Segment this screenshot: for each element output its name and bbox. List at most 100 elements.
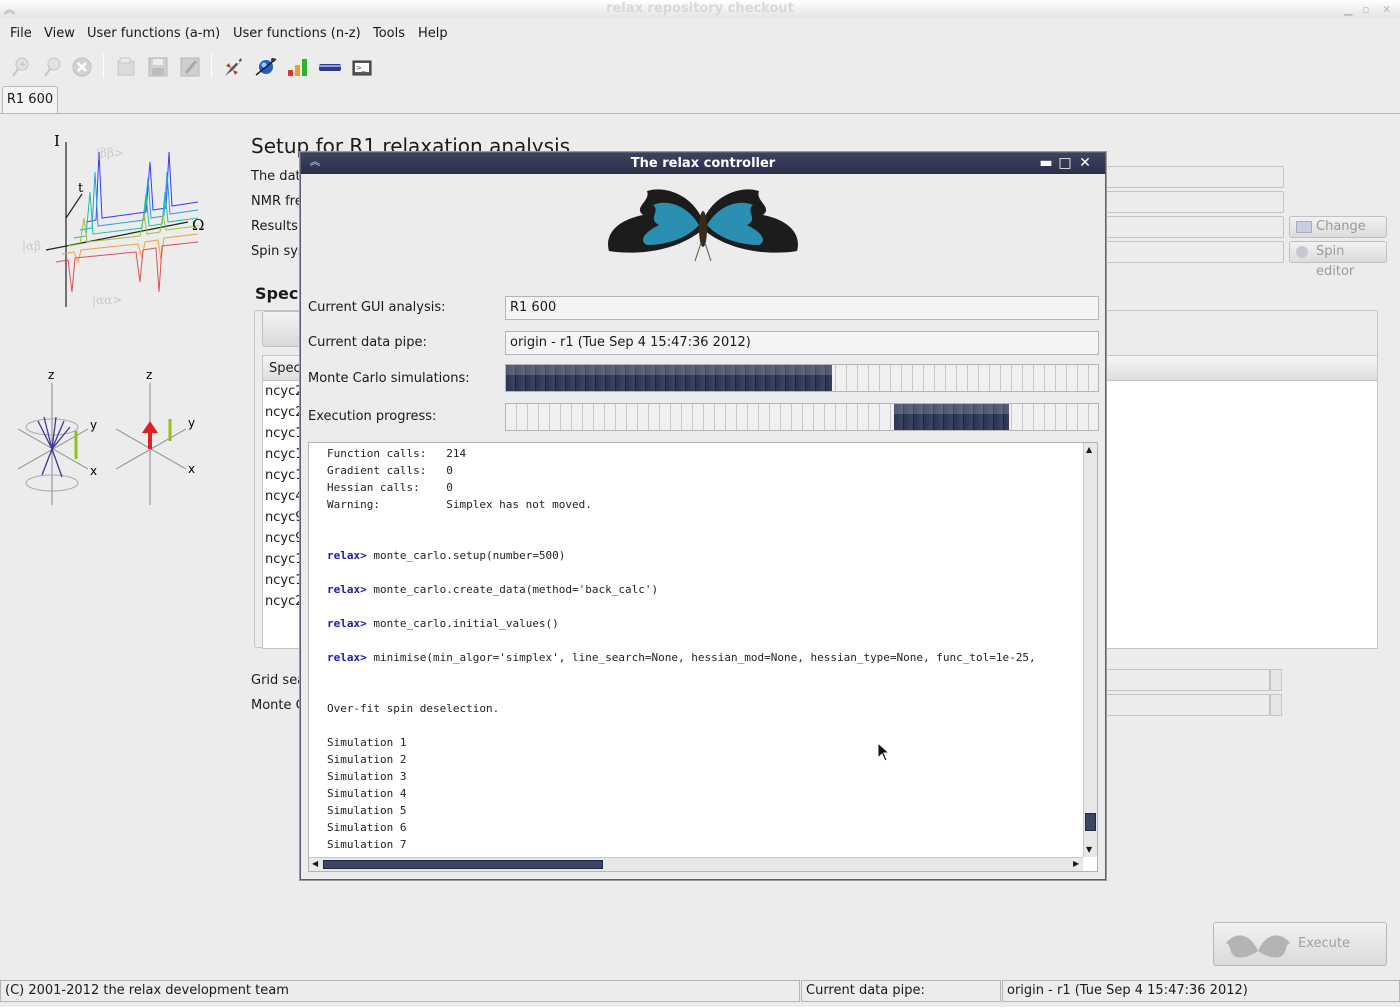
menu-help[interactable]: Help (418, 26, 448, 41)
log-line: relax> minimise(min_algor='simplex', lin… (327, 649, 1079, 666)
menu-user-functions-a-m[interactable]: User functions (a-m) (87, 26, 220, 41)
log-line-text: Gradient calls: 0 (327, 464, 453, 477)
menu-tools[interactable]: Tools (373, 26, 405, 41)
close-all-icon[interactable] (70, 55, 94, 79)
save-as-icon[interactable] (178, 55, 202, 79)
close-analysis-icon[interactable] (42, 55, 66, 79)
scroll-down-icon[interactable]: ▼ (1086, 845, 1092, 854)
log-horizontal-scrollbar[interactable]: ◀ ▶ (309, 857, 1083, 871)
add-spectrum-button[interactable] (262, 311, 302, 347)
spectra-row[interactable]: ncyc2 (265, 384, 304, 399)
spectra-row[interactable]: ncyc2 (265, 405, 304, 420)
spectra-row[interactable]: ncyc1 (265, 468, 304, 483)
maximize-icon[interactable]: ▫ (1362, 1, 1369, 19)
horizontal-scroll-thumb[interactable] (323, 860, 603, 869)
state-bb-label: |ββ> (96, 146, 124, 160)
maximize-icon[interactable]: □ (1057, 155, 1073, 171)
window-menu-icon[interactable]: ︽ (307, 155, 323, 171)
scroll-up-icon[interactable]: ▲ (1086, 445, 1092, 454)
minimize-icon[interactable]: ▬ (1038, 155, 1054, 171)
relax-prompt: relax> (327, 583, 367, 596)
log-text[interactable]: Function calls: 214 Gradient calls: 0 Hess… (327, 445, 1079, 855)
spectra-row[interactable]: ncyc1 (265, 426, 304, 441)
status-pipe-label: Current data pipe: (801, 980, 1001, 1002)
prompt-icon[interactable]: >_ (350, 55, 374, 79)
spin-vector-graphic: z y x z y x (17, 368, 195, 505)
results-dir-field[interactable] (1104, 216, 1284, 238)
status-bar: (C) 2001-2012 the relax development team… (0, 978, 1400, 1004)
log-line-text: Hessian calls: 0 (327, 481, 453, 494)
pipe-editor-icon[interactable] (318, 55, 342, 79)
log-window[interactable]: Function calls: 214 Gradient calls: 0 Hess… (308, 442, 1098, 872)
change-button[interactable]: Change (1289, 216, 1387, 238)
gui-analysis-label: Current GUI analysis: (308, 300, 446, 315)
log-line-text (327, 566, 334, 579)
log-vertical-scrollbar[interactable]: ▲ ▼ (1083, 443, 1097, 857)
spectra-column-header[interactable]: Spec (269, 361, 301, 376)
monte-carlo-label: Monte C (251, 698, 305, 713)
log-line-text: Simulation 6 (327, 821, 407, 834)
data-pipe-field[interactable] (1104, 166, 1284, 188)
execution-progress-bar (505, 403, 1099, 431)
results-dir-label: Results (251, 219, 298, 234)
log-line-text: Simulation 1 (327, 736, 407, 749)
scroll-left-icon[interactable]: ◀ (312, 859, 318, 868)
status-copyright: (C) 2001-2012 the relax development team (0, 980, 800, 1002)
execute-relax-button[interactable]: Execute relax (1213, 922, 1387, 993)
spectra-row[interactable]: ncyc1 (265, 552, 304, 567)
spectra-row[interactable]: ncyc9 (265, 531, 304, 546)
execution-progress-label: Execution progress: (308, 409, 437, 424)
z-axis-label: z (146, 368, 152, 382)
spin-viewer-icon[interactable] (254, 55, 278, 79)
nmr-frequency-field[interactable] (1104, 191, 1284, 213)
open-icon[interactable] (114, 55, 138, 79)
results-viewer-icon[interactable] (286, 55, 310, 79)
menu-file[interactable]: File (10, 26, 32, 41)
monte-carlo-label: Monte Carlo simulations: (308, 371, 470, 386)
log-line-text: monte_carlo.setup(number=500) (366, 549, 566, 562)
close-icon[interactable]: ✕ (1382, 1, 1391, 19)
vertical-scroll-thumb[interactable] (1085, 813, 1096, 831)
save-icon[interactable] (146, 55, 170, 79)
toolbar-separator (211, 54, 212, 78)
log-line: Simulation 3 (327, 768, 1079, 785)
controller-titlebar[interactable]: ︽ The relax controller ▬ □ ✕ (301, 153, 1105, 174)
spectra-row[interactable]: ncyc1 (265, 447, 304, 462)
spin-system-label: Spin sys (251, 244, 305, 259)
menu-user-functions-n-z[interactable]: User functions (n-z) (233, 26, 361, 41)
grid-search-field[interactable] (1104, 669, 1270, 691)
log-line: relax> monte_carlo.create_data(method='b… (327, 581, 1079, 598)
window-menu-icon[interactable]: ︽ (4, 1, 15, 19)
spectra-row[interactable]: ncyc2 (265, 594, 304, 609)
spectra-row[interactable]: ncyc4 (265, 489, 304, 504)
axis-i-label: I (54, 132, 60, 150)
log-line: Hessian calls: 0 (327, 479, 1079, 496)
log-line-text (327, 685, 334, 698)
new-analysis-icon[interactable]: + (10, 55, 34, 79)
toolbar: + >_ (0, 50, 1400, 82)
log-line-text: Simulation 5 (327, 804, 407, 817)
spectra-row[interactable]: ncyc9 (265, 510, 304, 525)
log-line-text: Warning: Simplex has not moved. (327, 498, 592, 511)
spin-system-field[interactable] (1104, 241, 1284, 263)
close-icon[interactable]: ✕ (1077, 155, 1093, 171)
monte-carlo-field[interactable] (1104, 694, 1270, 716)
menubar: File View User functions (a-m) User func… (0, 22, 1400, 46)
log-line (327, 632, 1079, 649)
scroll-right-icon[interactable]: ▶ (1073, 859, 1079, 868)
spin-editor-button[interactable]: Spin editor (1289, 241, 1387, 279)
log-line (327, 530, 1079, 547)
minimize-icon[interactable]: ▁ (1344, 1, 1352, 19)
menu-view[interactable]: View (44, 26, 75, 41)
x-axis-label: x (188, 462, 195, 476)
monte-carlo-spinner[interactable] (1270, 694, 1282, 716)
spectra-row[interactable]: ncyc1 (265, 573, 304, 588)
nmr-spectra-graphic: I t Ω |ββ> |αβ |αα> (22, 132, 204, 307)
main-titlebar: ︽ relax repository checkout ▁ ▫ ✕ (0, 0, 1400, 18)
tab-r1-600[interactable]: R1 600 (2, 86, 58, 114)
log-line-text: Simulation 3 (327, 770, 407, 783)
grid-search-spinner[interactable] (1270, 669, 1282, 691)
controller-icon[interactable] (222, 55, 246, 79)
mouse-cursor-icon (877, 742, 891, 762)
log-line-text (327, 515, 334, 528)
